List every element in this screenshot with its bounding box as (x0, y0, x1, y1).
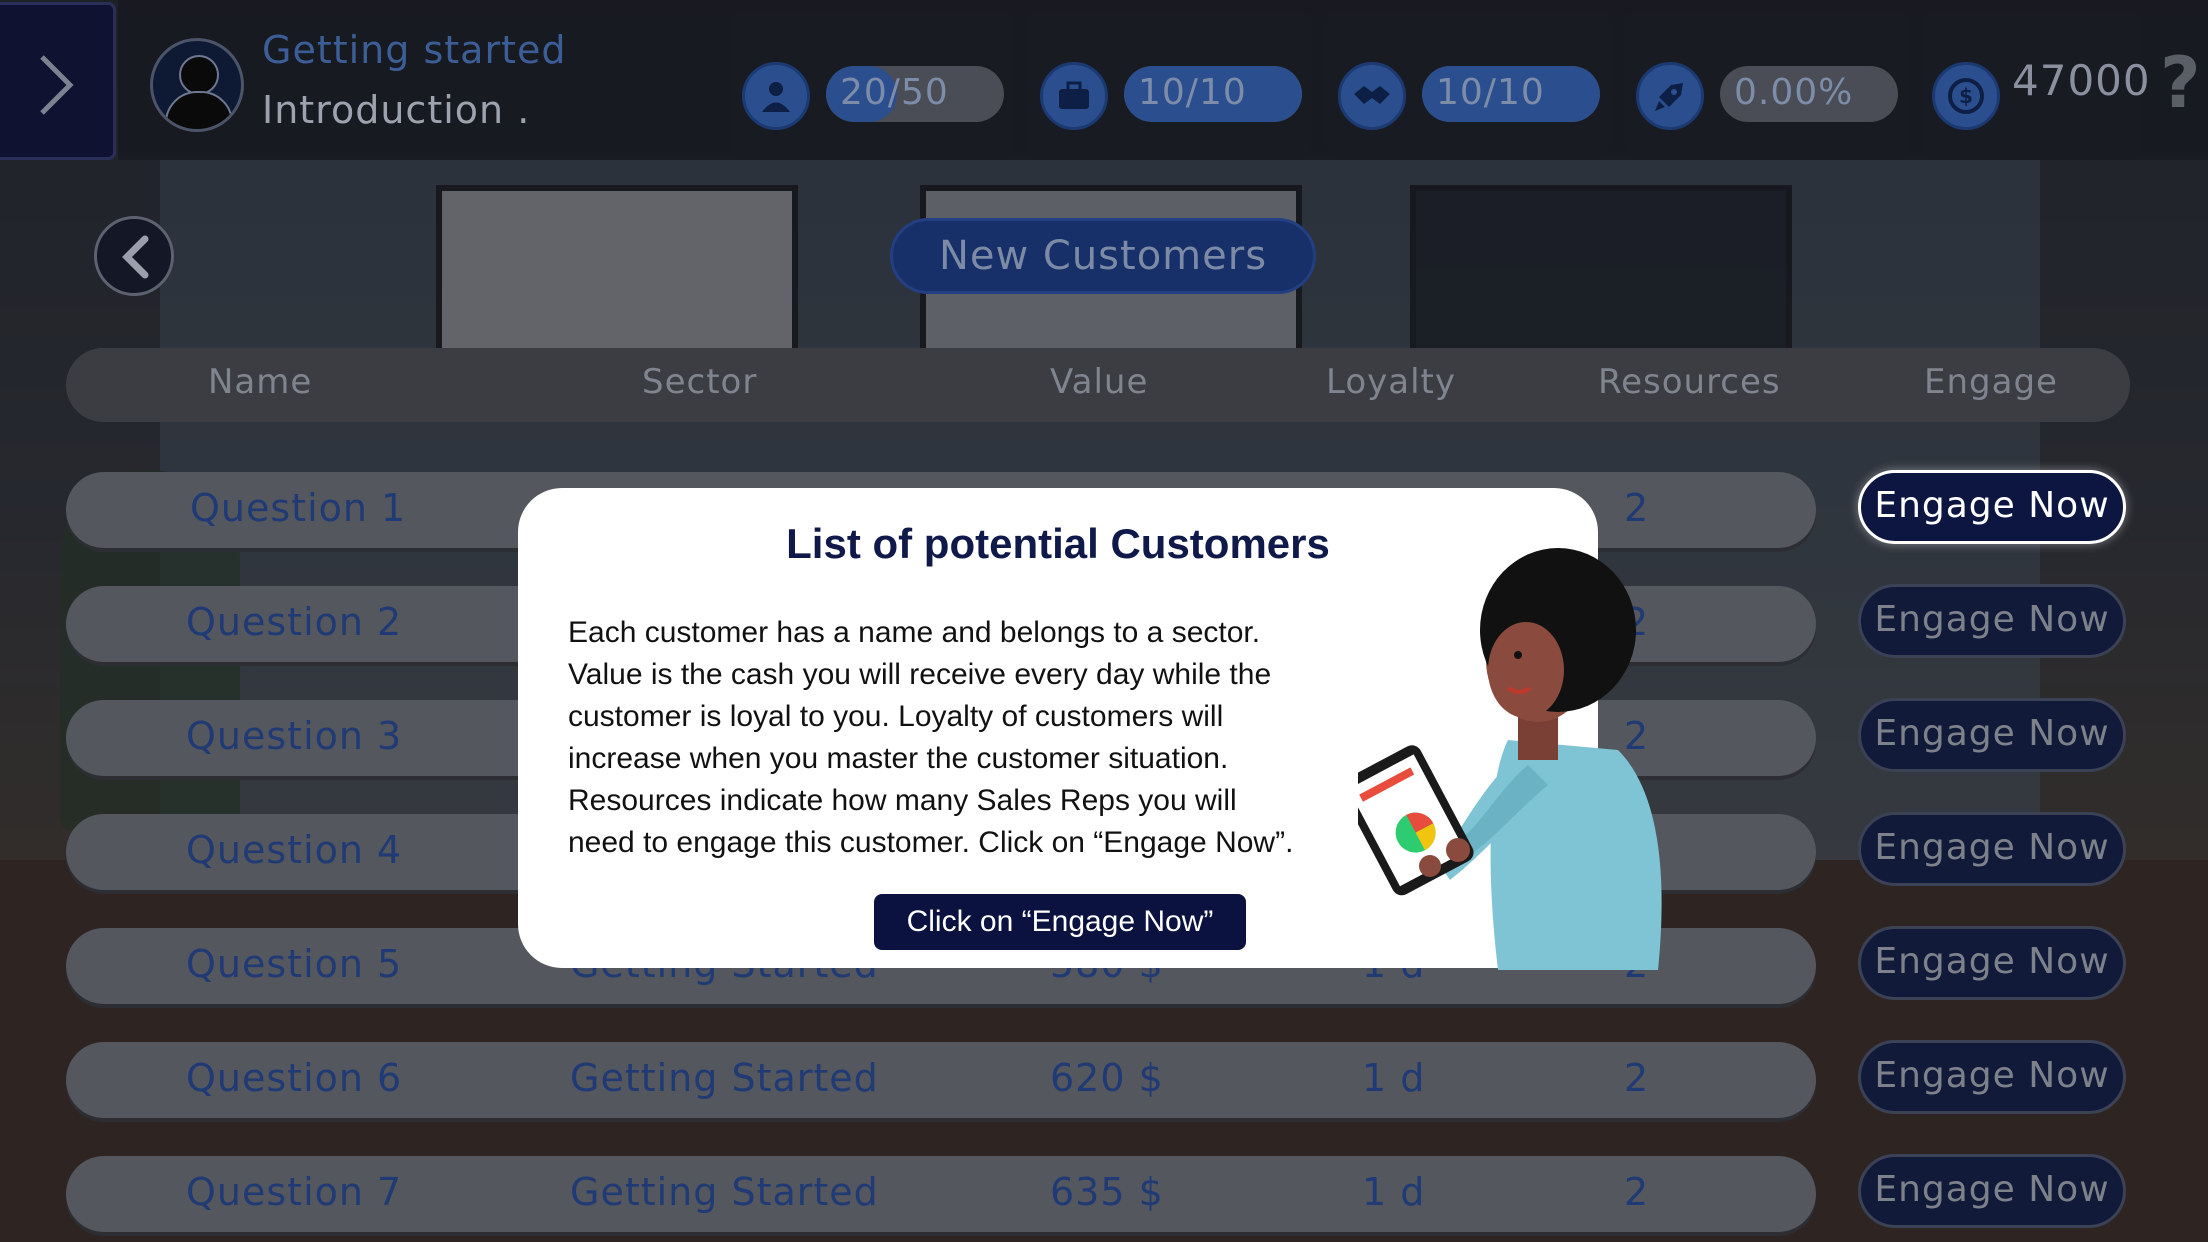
sales-rep-icon (742, 62, 810, 130)
dialog-body-line: customer is loyal to you. Loyalty of cus… (568, 700, 1224, 733)
engage-now-button[interactable]: Engage Now (1858, 926, 2126, 1000)
stat-bar: 10/10 (1124, 66, 1302, 122)
rocket-icon (1636, 62, 1704, 130)
dialog-body-line: increase when you master the customer si… (568, 742, 1229, 775)
stat-projects: 10/10 (1028, 12, 1312, 154)
column-header-resources: Resources (1598, 362, 1781, 402)
lesson-title: Getting started (262, 28, 567, 72)
coin-icon: $ (1932, 62, 2000, 130)
customer-sector: Getting Started (570, 1056, 879, 1100)
customer-name: Question 3 (186, 714, 403, 758)
column-header-value: Value (1050, 362, 1149, 402)
stat-sales-reps: 20/50 (730, 12, 1014, 154)
chevron-left-icon (122, 235, 149, 279)
customer-value: 635 $ (1050, 1170, 1164, 1214)
customer-resources: 2 (1624, 1170, 1650, 1214)
column-header-loyalty: Loyalty (1326, 362, 1457, 402)
dialog-confirm-button[interactable]: Click on “Engage Now” (874, 894, 1246, 950)
customer-loyalty: 1 d (1362, 1056, 1426, 1100)
customer-name: Question 6 (186, 1056, 403, 1100)
dialog-body-line: Value is the cash you will receive every… (568, 658, 1272, 691)
customer-name: Question 5 (186, 942, 403, 986)
table-row: Question 7 Getting Started 635 $ 1 d 2 (66, 1156, 1816, 1232)
player-avatar (150, 38, 244, 132)
column-header-name: Name (208, 362, 313, 402)
customer-name: Question 7 (186, 1170, 403, 1214)
engage-now-button[interactable]: Engage Now (1858, 812, 2126, 886)
stat-growth: 0.00% (1624, 12, 1908, 154)
tutor-character-illustration (1358, 548, 1662, 970)
stat-value: 10/10 (1436, 72, 1545, 113)
chevron-right-icon (40, 55, 74, 115)
customer-resources: 2 (1624, 486, 1650, 530)
lesson-subtitle: Introduction . (262, 88, 531, 132)
customer-resources: 2 (1624, 1056, 1650, 1100)
dialog-body-line: Each customer has a name and belongs to … (568, 616, 1261, 649)
stat-value: 20/50 (840, 72, 949, 113)
engage-now-button[interactable]: Engage Now (1858, 584, 2126, 658)
table-row: Question 6 Getting Started 620 $ 1 d 2 (66, 1042, 1816, 1118)
stat-deals: 10/10 (1326, 12, 1610, 154)
customer-value: 620 $ (1050, 1056, 1164, 1100)
help-button[interactable]: ? (2160, 42, 2201, 124)
stat-value: 0.00% (1734, 72, 1854, 113)
column-header-engage: Engage (1924, 362, 2058, 402)
dialog-body: Each customer has a name and belongs to … (568, 612, 1368, 864)
stat-value: 10/10 (1138, 72, 1247, 113)
cash-value: 47000 (2012, 56, 2151, 105)
stat-bar: 0.00% (1720, 66, 1898, 122)
dialog-body-line: Resources indicate how many Sales Reps y… (568, 784, 1237, 817)
customer-sector: Getting Started (570, 1170, 879, 1214)
stat-bar: 20/50 (826, 66, 1004, 122)
stat-bar: 10/10 (1422, 66, 1600, 122)
customer-name: Question 4 (186, 828, 403, 872)
briefcase-icon (1040, 62, 1108, 130)
handshake-icon (1338, 62, 1406, 130)
table-header: Name Sector Value Loyalty Resources Enga… (66, 348, 2130, 422)
open-menu-button[interactable] (0, 2, 116, 160)
customer-name: Question 1 (190, 486, 407, 530)
engage-now-button[interactable]: Engage Now (1858, 1040, 2126, 1114)
dialog-body-line: need to engage this customer. Click on “… (568, 826, 1294, 859)
back-button[interactable] (94, 216, 174, 296)
customer-loyalty: 1 d (1362, 1170, 1426, 1214)
engage-now-button[interactable]: Engage Now (1858, 470, 2126, 544)
customer-name: Question 2 (186, 600, 403, 644)
svg-text:$: $ (1959, 84, 1973, 108)
page-title: New Customers (890, 218, 1316, 294)
column-header-sector: Sector (642, 362, 758, 402)
engage-now-button[interactable]: Engage Now (1858, 698, 2126, 772)
engage-now-button[interactable]: Engage Now (1858, 1154, 2126, 1228)
